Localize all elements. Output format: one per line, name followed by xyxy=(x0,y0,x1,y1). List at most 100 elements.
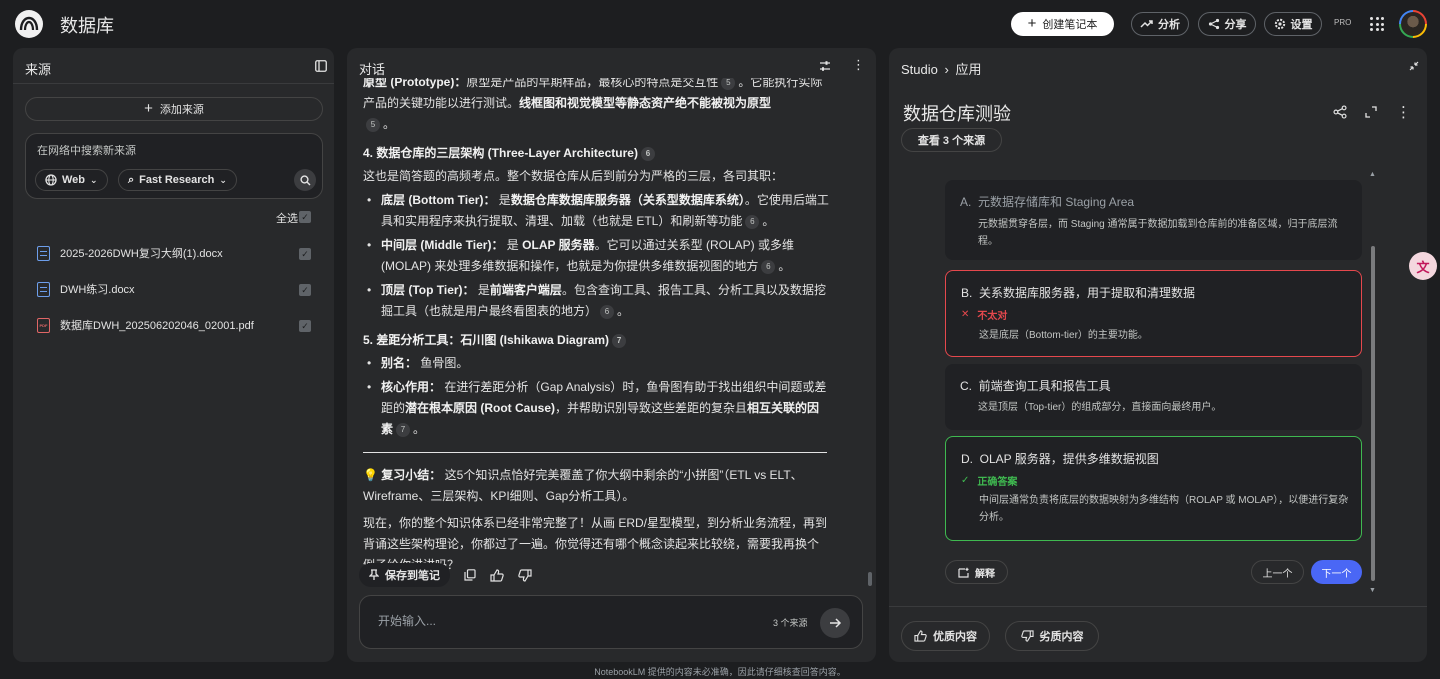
more-vert-icon[interactable]: ⋮ xyxy=(852,57,865,73)
web-search-box: Web ⌄ ⌕ Fast Research ⌄ xyxy=(25,133,323,199)
save-to-note-button[interactable]: 保存到笔记 xyxy=(359,563,450,587)
chat-messages: 原型 (Prototype)：原型是产品的早期样品，最核心的特点是交互性 5 。它能… xyxy=(363,78,829,598)
search-submit-button[interactable] xyxy=(294,169,316,191)
breadcrumb: Studio › 应用 xyxy=(901,59,981,78)
top-bar: 数据库 + 创建笔记本 分析 分享 设置 PRO xyxy=(0,0,1440,46)
option-note: 中间层通常负责将底层的数据映射为多维结构（ROLAP 或 MOLAP），以便进行… xyxy=(979,495,1349,523)
next-button[interactable]: 下一个 xyxy=(1311,560,1362,584)
bad-content-label: 劣质内容 xyxy=(1039,631,1084,643)
research-mode-dropdown[interactable]: ⌕ Fast Research ⌄ xyxy=(118,169,237,191)
sparkle-search-icon: ⌕ xyxy=(128,173,135,186)
section-heading: 4. 数据仓库的三层架构 (Three-Layer Architecture) 6 xyxy=(363,143,829,164)
source-checkbox[interactable]: ✓ xyxy=(299,320,311,332)
view-sources-button[interactable]: 查看 3 个来源 xyxy=(901,128,1002,152)
source-item[interactable]: 2025-2026DWH复习大纲(1).docx xyxy=(37,243,327,263)
citation-chip[interactable]: 5 xyxy=(721,78,736,90)
citation-chip[interactable]: 7 xyxy=(396,422,411,437)
globe-icon xyxy=(45,174,57,186)
avatar[interactable] xyxy=(1399,10,1427,38)
section-heading: 5. 差距分析工具：石川图 (Ishikawa Diagram) 7 xyxy=(363,330,829,351)
search-icon xyxy=(299,174,310,185)
prototype-paragraph: 原型 (Prototype)：原型是产品的早期样品，最核心的特点是交互性 5 。它能… xyxy=(363,78,829,135)
research-chip-label: Fast Research xyxy=(139,174,215,186)
source-item[interactable]: PDF 数据库DWH_202506202046_02001.pdf xyxy=(37,315,327,335)
collapse-panel-icon[interactable] xyxy=(315,60,327,72)
tune-icon[interactable] xyxy=(819,60,831,72)
citation-chip[interactable]: 6 xyxy=(761,259,776,274)
option-note: 元数据贯穿各层，而 Staging 通常属于数据加载到仓库前的准备区域，归于底层… xyxy=(978,219,1338,247)
chat-input[interactable] xyxy=(378,614,758,628)
trending-icon xyxy=(1140,20,1153,28)
web-chip-label: Web xyxy=(62,174,86,186)
thumb-down-icon xyxy=(1020,630,1034,642)
good-content-button[interactable]: 优质内容 xyxy=(901,621,990,651)
gear-icon xyxy=(1274,18,1285,30)
web-search-input[interactable] xyxy=(37,145,287,157)
summary-tip: 💡 复习小结： 这5个知识点恰好完美覆盖了你大纲中剩余的“小拼图”（ETL vs… xyxy=(363,468,803,503)
citation-chip[interactable]: 6 xyxy=(745,214,760,229)
sources-title: 来源 xyxy=(25,62,52,77)
collapse-icon[interactable] xyxy=(1409,61,1419,71)
wrong-status: ✕ 不太对 xyxy=(961,309,1008,322)
chevron-down-icon: ⌄ xyxy=(90,174,98,185)
check-icon: ✓ xyxy=(961,475,970,486)
thumb-down-icon[interactable] xyxy=(518,568,532,582)
more-vert-icon[interactable]: ⋮ xyxy=(1396,103,1411,121)
breadcrumb-app: 应用 xyxy=(955,62,982,77)
settings-button[interactable]: 设置 xyxy=(1264,12,1322,36)
scroll-thumb[interactable] xyxy=(1371,246,1375,581)
add-source-button[interactable]: + 添加来源 xyxy=(25,97,323,121)
select-all-label: 全选 xyxy=(276,213,298,225)
quiz-option-b[interactable]: B. 关系数据库服务器，用于提取和清理数据 ✕ 不太对 这是底层（Bottom-t… xyxy=(945,270,1362,357)
chat-panel: 对话 ⋮ 原型 (Prototype)：原型是产品的早期样品，最核心的特点是交互… xyxy=(347,48,876,662)
citation-chip[interactable]: 6 xyxy=(600,304,615,319)
translate-extension-icon[interactable]: 文 xyxy=(1409,252,1437,280)
apps-grid-icon[interactable] xyxy=(1370,17,1384,31)
list-item: 别名： 鱼骨图。 xyxy=(363,353,829,374)
quiz-option-a[interactable]: A. 元数据存储库和 Staging Area 元数据贯穿各层，而 Stagin… xyxy=(945,180,1362,260)
create-notebook-label: 创建笔记本 xyxy=(1042,19,1098,31)
share-button[interactable]: 分享 xyxy=(1198,12,1256,36)
option-note: 这是底层（Bottom-tier）的主要功能。 xyxy=(979,330,1148,341)
pro-badge: PRO xyxy=(1334,18,1352,27)
source-name: DWH练习.docx xyxy=(60,284,135,296)
option-note: 这是顶层（Top-tier）的组成部分，直接面向最终用户。 xyxy=(978,402,1222,413)
option-text: D. OLAP 服务器，提供多维数据视图 xyxy=(961,452,1159,466)
option-text: B. 关系数据库服务器，用于提取和清理数据 xyxy=(961,286,1196,300)
notebooklm-logo-icon[interactable] xyxy=(15,10,43,38)
scroll-down-icon: ▼ xyxy=(1369,587,1376,594)
citation-chip[interactable]: 6 xyxy=(640,146,655,161)
citation-chip[interactable]: 7 xyxy=(612,333,627,348)
chevron-down-icon: ⌄ xyxy=(219,174,227,185)
previous-button[interactable]: 上一个 xyxy=(1251,560,1304,584)
close-icon: ✕ xyxy=(961,309,970,320)
explain-label: 解释 xyxy=(975,568,995,580)
save-to-note-label: 保存到笔记 xyxy=(385,570,440,582)
fullscreen-icon[interactable] xyxy=(1365,106,1377,118)
list-item: 核心作用： 在进行差距分析（Gap Analysis）时，鱼骨图有助于找出组织中… xyxy=(363,377,829,440)
quiz-option-d[interactable]: D. OLAP 服务器，提供多维数据视图 ✓ 正确答案 中间层通常负责将底层的数据… xyxy=(945,436,1362,541)
notebook-title[interactable]: 数据库 xyxy=(60,12,114,38)
source-item[interactable]: DWH练习.docx xyxy=(37,279,327,299)
quiz-scrollbar[interactable]: ▲ ▼ xyxy=(1369,171,1376,594)
citation-chip[interactable]: 5 xyxy=(366,117,380,132)
source-checkbox[interactable]: ✓ xyxy=(299,248,311,260)
web-source-dropdown[interactable]: Web ⌄ xyxy=(35,169,108,191)
settings-label: 设置 xyxy=(1290,19,1313,31)
analyze-button[interactable]: 分析 xyxy=(1131,12,1189,36)
explain-button[interactable]: 解释 xyxy=(945,560,1008,584)
studio-divider xyxy=(889,606,1427,607)
add-source-label: 添加来源 xyxy=(159,104,204,116)
breadcrumb-studio[interactable]: Studio xyxy=(901,62,938,77)
copy-icon[interactable] xyxy=(464,569,476,581)
chat-scrollbar[interactable] xyxy=(868,572,872,586)
thumb-up-icon[interactable] xyxy=(490,568,504,582)
bad-content-button[interactable]: 劣质内容 xyxy=(1005,621,1099,651)
share-icon[interactable] xyxy=(1333,105,1347,119)
source-checkbox[interactable]: ✓ xyxy=(299,284,311,296)
quiz-option-c[interactable]: C. 前端查询工具和报告工具 这是顶层（Top-tier）的组成部分，直接面向最… xyxy=(945,364,1362,430)
share-icon xyxy=(1208,18,1219,30)
select-all-checkbox[interactable]: ✓ xyxy=(299,211,311,223)
create-notebook-button[interactable]: + 创建笔记本 xyxy=(1011,12,1114,36)
send-button[interactable] xyxy=(820,608,850,638)
